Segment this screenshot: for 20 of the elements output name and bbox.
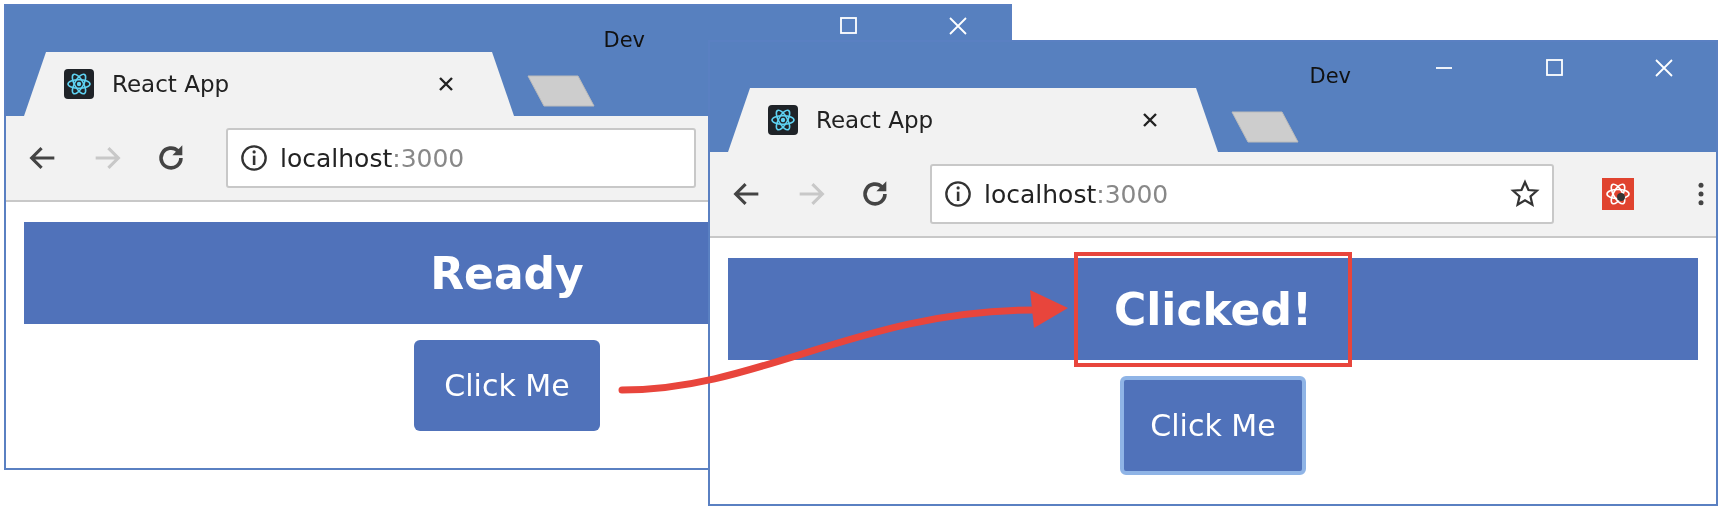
browser-tab[interactable]: React App bbox=[728, 88, 1218, 152]
url-text: localhost:3000 bbox=[280, 143, 466, 173]
address-bar[interactable]: localhost:3000 bbox=[930, 164, 1554, 224]
new-tab-button[interactable] bbox=[1230, 110, 1300, 144]
browser-tab[interactable]: React App bbox=[24, 52, 514, 116]
heading: Ready bbox=[429, 246, 585, 301]
window-title: Dev bbox=[1309, 64, 1351, 88]
info-icon[interactable] bbox=[240, 144, 268, 172]
click-button[interactable]: Click Me bbox=[1120, 376, 1306, 475]
atom-icon[interactable] bbox=[768, 105, 798, 135]
extension-icon[interactable] bbox=[1602, 178, 1634, 210]
window-title: Dev bbox=[603, 28, 645, 52]
info-icon[interactable] bbox=[944, 180, 972, 208]
star-icon[interactable] bbox=[1510, 179, 1540, 209]
atom-icon[interactable] bbox=[64, 69, 94, 99]
heading: Clicked! bbox=[1074, 251, 1352, 367]
url-text: localhost:3000 bbox=[984, 179, 1170, 209]
new-tab-button[interactable] bbox=[526, 74, 596, 108]
address-bar[interactable]: localhost:3000 bbox=[226, 128, 696, 188]
click-button[interactable]: Click Me bbox=[414, 340, 600, 431]
